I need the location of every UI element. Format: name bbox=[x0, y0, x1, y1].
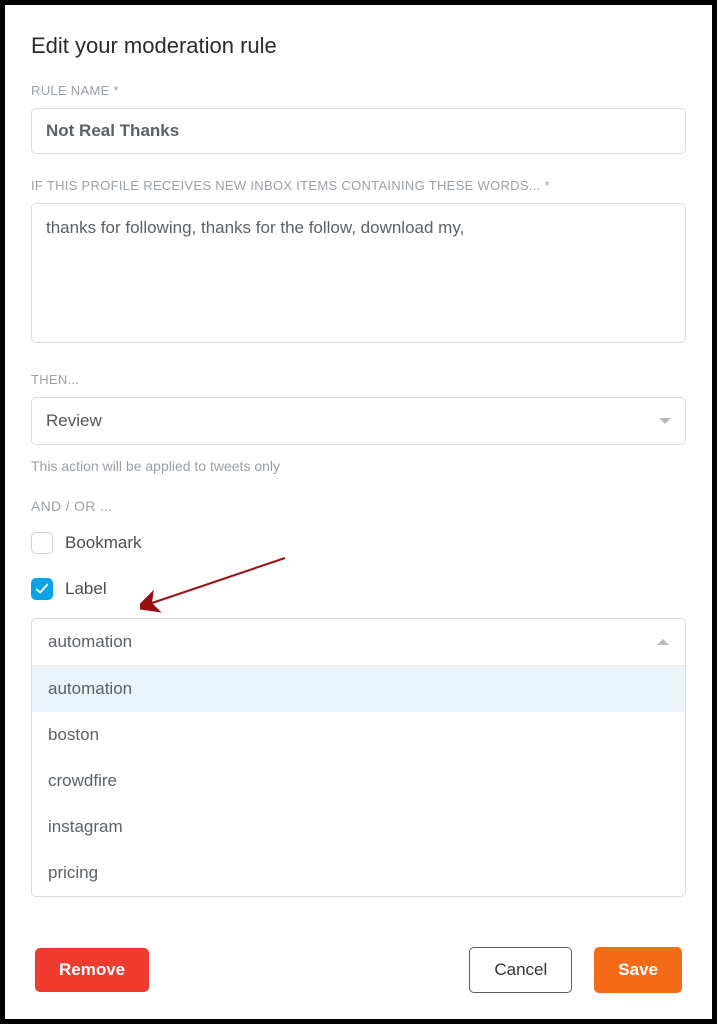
dialog-title: Edit your moderation rule bbox=[31, 33, 686, 59]
then-label: THEN... bbox=[31, 372, 686, 387]
check-icon bbox=[35, 582, 49, 596]
combo-option-pricing[interactable]: pricing bbox=[32, 850, 685, 896]
cancel-button[interactable]: Cancel bbox=[469, 947, 572, 993]
footer-right-group: Cancel Save bbox=[469, 947, 682, 993]
then-section: THEN... Review This action will be appli… bbox=[31, 372, 686, 474]
and-or-label: AND / OR ... bbox=[31, 498, 686, 514]
moderation-rule-dialog: Edit your moderation rule RULE NAME * IF… bbox=[0, 0, 717, 1024]
rule-name-label: RULE NAME * bbox=[31, 83, 686, 98]
label-option-label: Label bbox=[65, 579, 107, 599]
label-combobox-header[interactable]: automation bbox=[32, 619, 685, 665]
then-helper-text: This action will be applied to tweets on… bbox=[31, 458, 686, 474]
rule-name-input[interactable] bbox=[31, 108, 686, 154]
combo-option-boston[interactable]: boston bbox=[32, 712, 685, 758]
combo-option-automation[interactable]: automation bbox=[32, 666, 685, 712]
save-button[interactable]: Save bbox=[594, 947, 682, 993]
then-select[interactable]: Review bbox=[31, 397, 686, 445]
rule-name-section: RULE NAME * bbox=[31, 83, 686, 154]
label-combobox-list[interactable]: automation boston crowdfire instagram pr… bbox=[32, 665, 685, 896]
and-or-section: AND / OR ... Bookmark Label bbox=[31, 498, 686, 600]
combo-option-crowdfire[interactable]: crowdfire bbox=[32, 758, 685, 804]
label-checkbox[interactable] bbox=[31, 578, 53, 600]
label-checkbox-row[interactable]: Label bbox=[31, 578, 686, 600]
combo-option-instagram[interactable]: instagram bbox=[32, 804, 685, 850]
words-section: IF THIS PROFILE RECEIVES NEW INBOX ITEMS… bbox=[31, 178, 686, 348]
words-textarea[interactable]: thanks for following, thanks for the fol… bbox=[31, 203, 686, 343]
bookmark-label: Bookmark bbox=[65, 533, 142, 553]
bookmark-checkbox-row[interactable]: Bookmark bbox=[31, 532, 686, 554]
remove-button[interactable]: Remove bbox=[35, 948, 149, 992]
dialog-footer: Remove Cancel Save bbox=[5, 925, 712, 1019]
label-combobox[interactable]: automation automation boston crowdfire i… bbox=[31, 618, 686, 897]
bookmark-checkbox[interactable] bbox=[31, 532, 53, 554]
label-combobox-value: automation bbox=[48, 632, 132, 652]
chevron-down-icon bbox=[659, 418, 671, 424]
words-label: IF THIS PROFILE RECEIVES NEW INBOX ITEMS… bbox=[31, 178, 686, 193]
chevron-up-icon bbox=[657, 639, 669, 645]
then-select-value: Review bbox=[46, 411, 102, 431]
